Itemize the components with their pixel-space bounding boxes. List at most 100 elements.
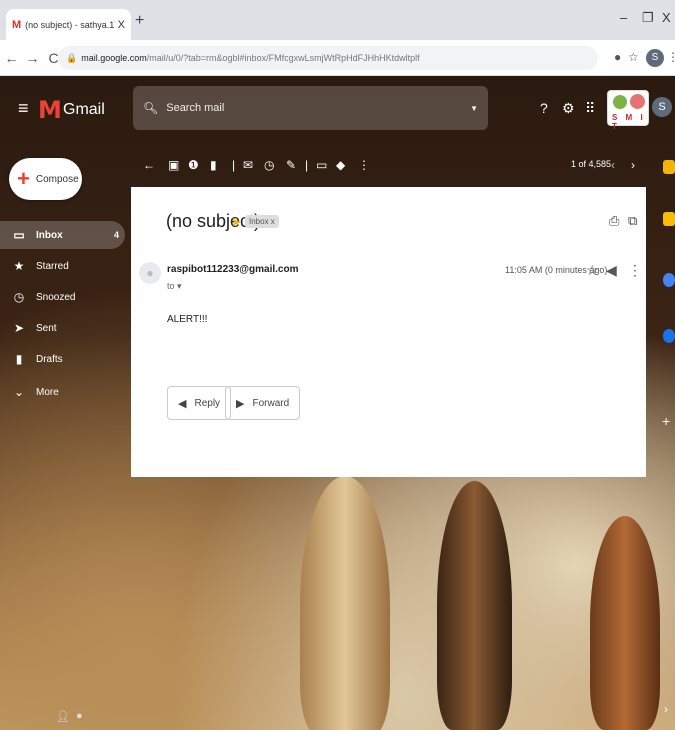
extension-icon[interactable]: ●: [614, 50, 621, 64]
hangouts-person-icon[interactable]: 👤︎: [56, 710, 70, 723]
sidebar-item-sent[interactable]: ➤ Sent: [0, 314, 125, 342]
reply-arrow-icon: ◀: [178, 397, 187, 410]
reply-button[interactable]: ◀ Reply: [167, 386, 232, 420]
keep-icon[interactable]: [663, 212, 675, 226]
url-path: /mail/u/0/?tab=rm&ogbl#inbox/FMfcgxwLsmj…: [146, 53, 420, 63]
sender-email[interactable]: raspibot112233@gmail.com: [167, 264, 298, 275]
browser-tabstrip: M (no subject) - sathya.17021090@... X +…: [0, 0, 675, 40]
compose-plus-icon: +: [17, 166, 30, 191]
clock-icon: ◷: [13, 290, 25, 304]
tab-title: (no subject) - sathya.17021090@...: [25, 19, 115, 30]
account-avatar[interactable]: S: [652, 97, 672, 117]
reply-label: Reply: [194, 397, 221, 409]
forward-button[interactable]: →: [25, 50, 40, 66]
label-icon[interactable]: ◆: [336, 158, 345, 172]
gmail-favicon-icon: M: [12, 18, 22, 31]
back-to-inbox-icon[interactable]: ←: [143, 158, 155, 172]
chess-piece-light: [300, 476, 390, 730]
search-input[interactable]: 🔍︎ Search mail ▼: [133, 86, 488, 130]
sidebar-item-drafts[interactable]: ▮ Drafts: [0, 345, 125, 373]
unread-count: 4: [113, 230, 119, 240]
move-to-icon[interactable]: ▭: [316, 158, 327, 172]
search-icon[interactable]: 🔍︎: [143, 101, 158, 115]
settings-gear-icon[interactable]: ⚙: [562, 100, 575, 117]
sidebar-item-inbox[interactable]: ▭ Inbox 4: [0, 221, 125, 249]
show-side-panel-icon[interactable]: ›: [664, 702, 668, 716]
search-options-icon[interactable]: ▼: [470, 104, 478, 113]
sidebar-item-label: Starred: [36, 260, 69, 272]
draft-icon: ▮: [15, 352, 23, 366]
restore-button[interactable]: ❐: [642, 10, 654, 26]
browser-menu-icon[interactable]: ⋮: [667, 50, 675, 64]
inbox-label-chip[interactable]: Inbox x: [245, 215, 279, 228]
message-more-icon[interactable]: ⋮: [628, 262, 642, 279]
important-marker-icon[interactable]: ➤: [231, 215, 241, 229]
help-icon[interactable]: ?: [540, 100, 548, 116]
bookmark-star-icon[interactable]: ☆: [628, 50, 639, 64]
new-tab-button[interactable]: +: [135, 12, 144, 30]
sidebar-item-label: More: [36, 386, 59, 398]
snooze-icon[interactable]: ◷: [264, 158, 274, 172]
get-addons-plus-icon[interactable]: +: [662, 413, 670, 429]
message-body: ALERT!!!: [167, 314, 208, 325]
tasks-icon[interactable]: [663, 273, 675, 287]
sidebar-item-label: Sent: [36, 322, 57, 334]
main-menu-icon[interactable]: ≡: [18, 98, 29, 119]
logo-mark-red: [630, 94, 645, 109]
logo-mark-green: [613, 95, 627, 109]
compose-button[interactable]: + Compose: [9, 158, 82, 200]
tab-close-icon[interactable]: X: [118, 19, 125, 31]
sidebar-item-label: Drafts: [36, 353, 63, 365]
sender-avatar: ●: [139, 262, 161, 284]
star-message-icon[interactable]: ☆: [586, 262, 599, 279]
sidebar-item-snoozed[interactable]: ◷ Snoozed: [0, 283, 125, 311]
gmail-logo-icon: M: [38, 96, 62, 124]
archive-icon[interactable]: ▣: [168, 158, 179, 172]
inbox-icon: ▭: [13, 228, 25, 242]
chevron-down-icon: ⌄: [13, 385, 25, 399]
window-close-button[interactable]: X: [662, 10, 671, 25]
sidebar-item-label: Snoozed: [36, 291, 76, 303]
print-icon[interactable]: ⎙: [609, 213, 619, 229]
search-placeholder: Search mail: [166, 102, 225, 114]
newer-chevron-icon[interactable]: ‹: [611, 158, 615, 172]
pagination-count: 1 of 4,585: [571, 159, 612, 169]
toolbar-divider-2: |: [305, 158, 309, 172]
report-spam-icon[interactable]: ❶: [188, 158, 199, 172]
older-chevron-icon[interactable]: ›: [631, 158, 635, 172]
address-bar[interactable]: 🔒 mail.google.com /mail/u/0/?tab=rm&ogbl…: [58, 46, 598, 70]
hangouts-status-icon[interactable]: ●: [76, 710, 83, 722]
delete-icon[interactable]: ▮: [210, 158, 217, 172]
more-options-icon[interactable]: ⋮: [358, 158, 370, 172]
apps-grid-icon[interactable]: ⠿: [585, 100, 595, 117]
open-new-window-icon[interactable]: ⧉: [628, 213, 637, 229]
message-panel: (no subject) ➤ Inbox x ⎙ ⧉ ● raspibot112…: [131, 187, 646, 477]
sidebar-item-starred[interactable]: ★ Starred: [0, 252, 125, 280]
recipient-details[interactable]: to ▾: [167, 281, 182, 292]
back-button[interactable]: ←: [4, 50, 19, 66]
lock-icon: 🔒: [66, 52, 78, 63]
chess-piece-right: [590, 516, 660, 730]
send-icon: ➤: [13, 321, 25, 335]
mark-unread-icon[interactable]: ✉: [243, 158, 253, 172]
forward-label: Forward: [252, 397, 290, 409]
sidebar-item-label: Inbox: [36, 229, 63, 241]
url-host: mail.google.com: [81, 53, 147, 63]
sidebar-item-more[interactable]: ⌄ More: [0, 378, 125, 406]
contacts-icon[interactable]: [663, 329, 675, 343]
organization-logo-text: S M I T: [612, 113, 646, 131]
forward-arrow-icon: ▶: [236, 397, 245, 410]
browser-profile-avatar[interactable]: S: [646, 49, 664, 67]
minimize-button[interactable]: –: [620, 10, 627, 25]
gmail-logo-text: Gmail: [63, 101, 105, 118]
browser-toolbar: ← → C 🔒 mail.google.com /mail/u/0/?tab=r…: [0, 40, 675, 76]
add-task-icon[interactable]: ✎: [286, 158, 296, 172]
reply-icon[interactable]: ◀: [606, 262, 617, 279]
organization-logo[interactable]: S M I T: [607, 90, 649, 131]
compose-label: Compose: [35, 173, 79, 185]
star-icon: ★: [13, 259, 25, 273]
calendar-icon[interactable]: [663, 160, 675, 174]
forward-button[interactable]: ▶ Forward: [225, 386, 301, 420]
browser-tab[interactable]: M (no subject) - sathya.17021090@... X: [6, 9, 131, 40]
chess-piece-dark: [437, 481, 512, 730]
